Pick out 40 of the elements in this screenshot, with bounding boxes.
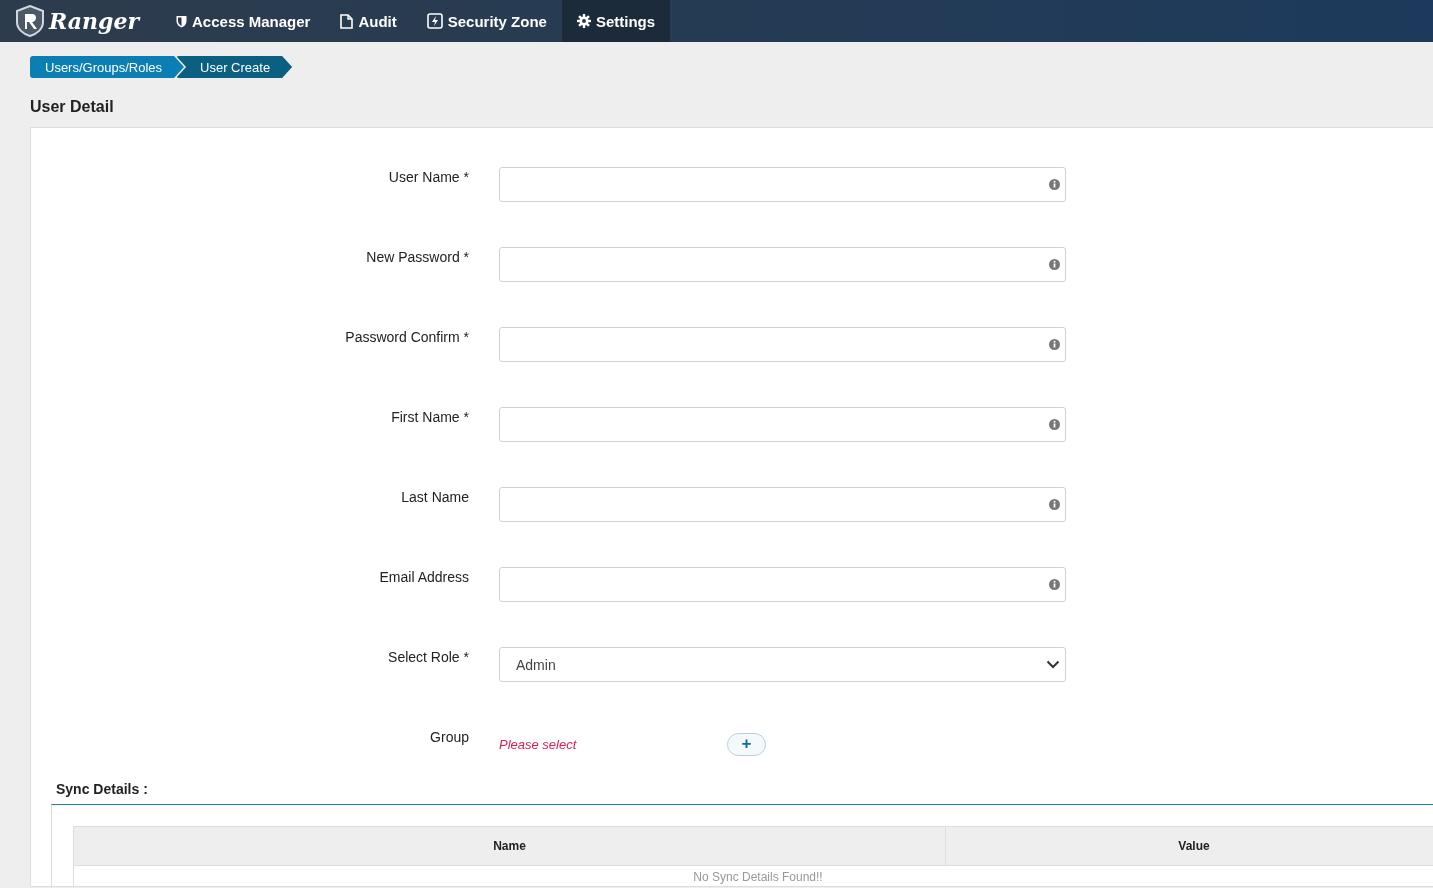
add-group-button[interactable]: + xyxy=(727,732,766,756)
nav-tab[interactable]: Settings xyxy=(561,0,671,42)
settings-icon xyxy=(576,14,591,28)
group-select[interactable]: Please select xyxy=(499,736,727,752)
field-label: Last Name xyxy=(400,488,469,507)
logo-icon xyxy=(15,5,45,37)
shield-icon xyxy=(176,14,187,28)
nav-tab[interactable]: Security Zone xyxy=(411,0,562,42)
info-icon xyxy=(1049,579,1060,590)
column-header: Name xyxy=(73,826,946,866)
field-label: Select Role * xyxy=(387,648,469,667)
column-header: Value xyxy=(945,826,1433,866)
field-label: User Name * xyxy=(387,168,469,187)
nav-tab[interactable]: Audit xyxy=(325,0,412,42)
field-label: First Name * xyxy=(390,408,469,427)
field-label: Password Confirm * xyxy=(344,328,469,347)
input-field[interactable] xyxy=(499,167,1066,202)
input-field[interactable] xyxy=(499,247,1066,282)
input-field[interactable] xyxy=(499,567,1066,602)
info-icon xyxy=(1049,339,1060,350)
input-field[interactable] xyxy=(499,407,1066,442)
field-label: Group xyxy=(429,728,469,747)
input-field[interactable] xyxy=(499,487,1066,522)
field-label: Email Address xyxy=(378,568,469,587)
chevron-down-icon xyxy=(1046,660,1060,669)
breadcrumb-link[interactable]: User Create xyxy=(176,56,293,78)
info-icon xyxy=(1049,419,1060,430)
nav-tab[interactable]: Access Manager xyxy=(161,0,326,42)
field-label: New Password * xyxy=(365,248,469,267)
page-title: User Detail xyxy=(30,98,115,116)
info-icon xyxy=(1049,179,1060,190)
info-icon xyxy=(1049,499,1060,510)
role-select[interactable]: Admin xyxy=(499,647,1066,682)
brand-name[interactable]: Ranger xyxy=(49,8,139,34)
info-icon xyxy=(1049,259,1060,270)
input-field[interactable] xyxy=(499,327,1066,362)
section-title: Sync Details : xyxy=(56,781,149,799)
breadcrumb-link[interactable]: Users/Groups/Roles xyxy=(30,56,185,78)
file-icon xyxy=(340,13,354,29)
bolt-icon xyxy=(426,13,443,29)
